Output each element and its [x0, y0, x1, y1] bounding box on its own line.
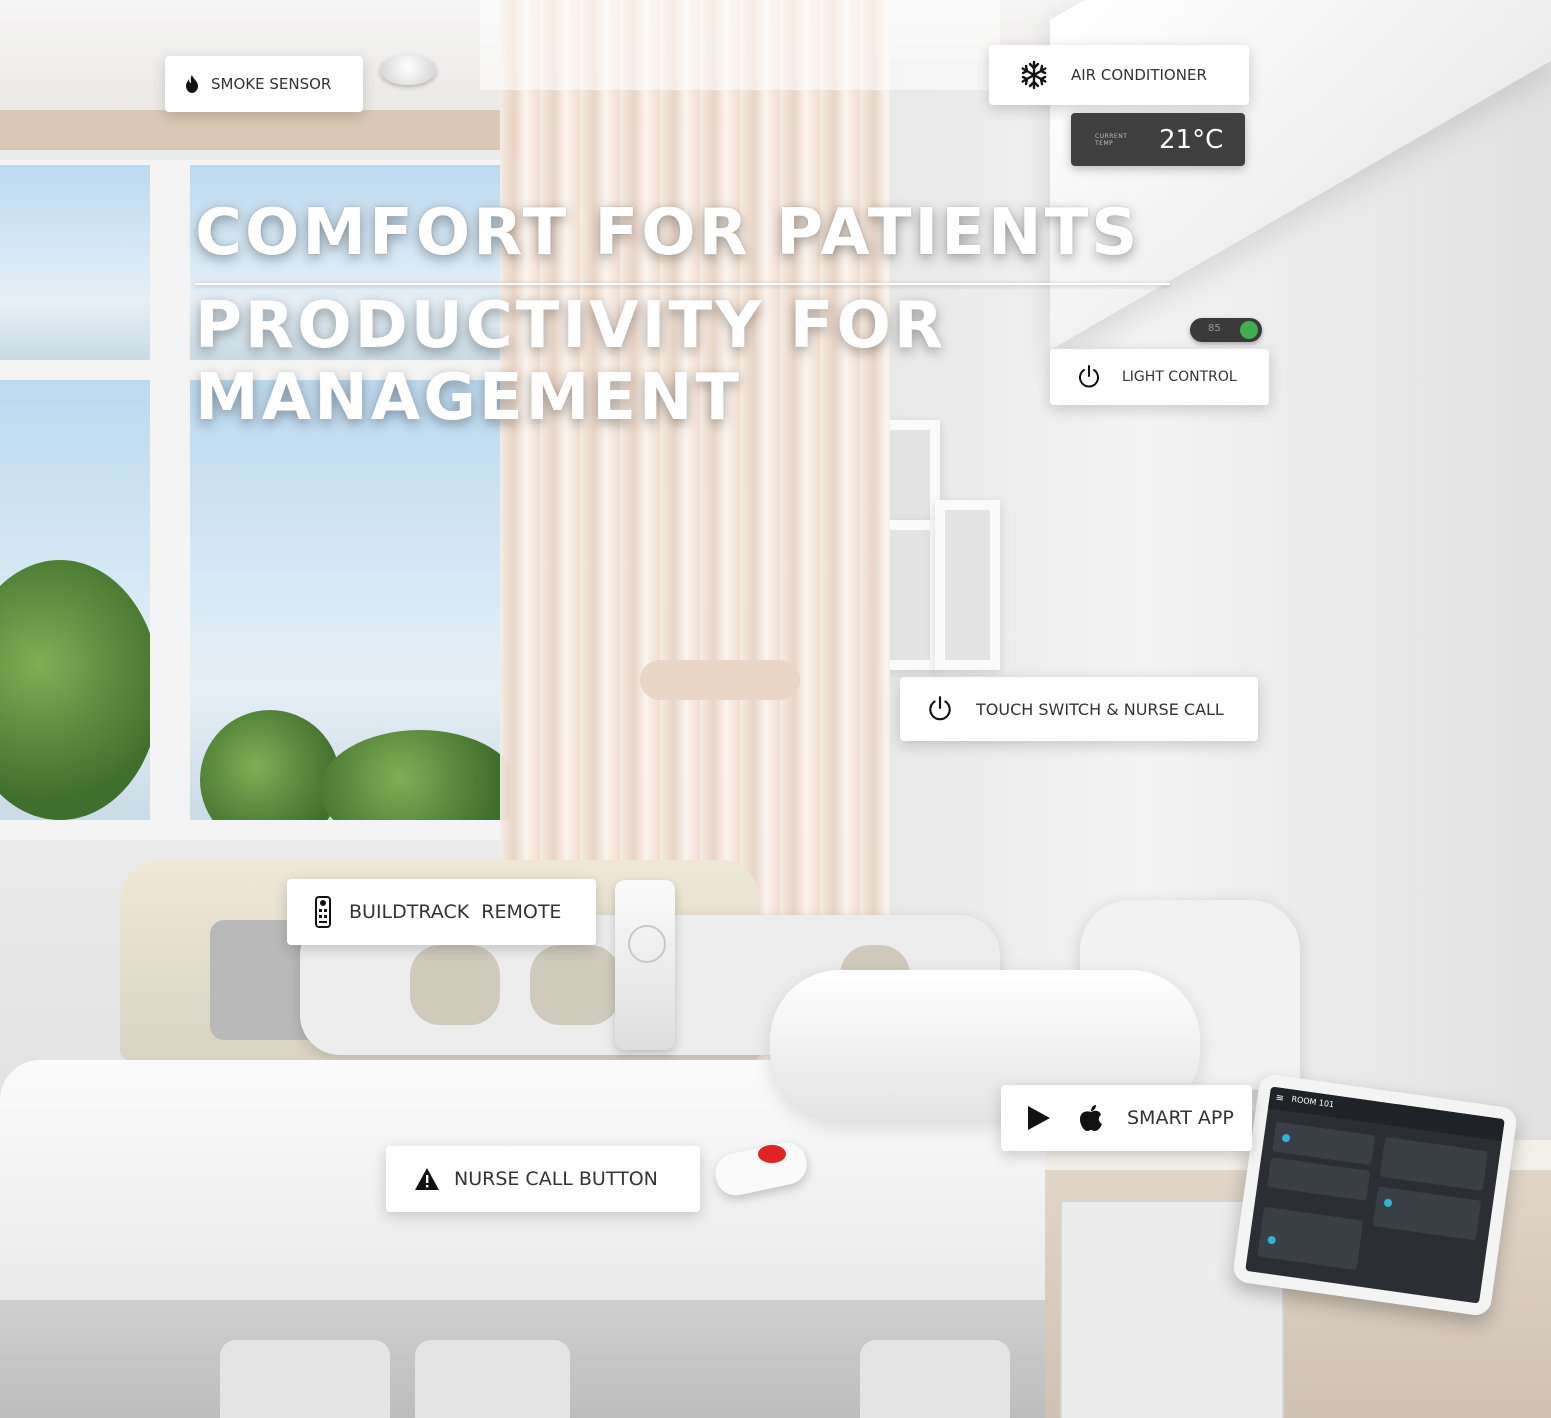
touch-switch-label: TOUCH SWITCH & NURSE CALL [900, 677, 1258, 741]
power-icon [926, 695, 954, 723]
hospital-room-scene: 85 ≡ ROOM 101 COMFORT FOR PATIENTS PRODU… [0, 0, 1551, 1418]
curtain-tie [640, 660, 800, 700]
tree [0, 560, 150, 820]
headline-comfort: COMFORT FOR PATIENTS [195, 196, 1141, 270]
rail-opening [410, 945, 500, 1025]
tablet-card [1267, 1157, 1371, 1201]
snowflake-icon [1019, 60, 1049, 90]
tablet-device: ≡ ROOM 101 [1231, 1072, 1519, 1318]
play-store-icon [1027, 1105, 1051, 1131]
power-icon [1076, 364, 1102, 390]
tablet-card [1372, 1186, 1482, 1241]
window-pane [190, 380, 510, 820]
temperature-caption: CURRENT TEMP [1095, 132, 1128, 147]
rail-opening [530, 945, 620, 1025]
remote-device [615, 880, 675, 1050]
wall-panel [935, 500, 1000, 670]
flame-icon [185, 75, 199, 93]
smart-app-label: SMART APP [1001, 1085, 1252, 1151]
tree [200, 710, 340, 820]
bed-base-slot [860, 1340, 1010, 1418]
window-pane [0, 380, 150, 820]
apple-icon [1079, 1104, 1103, 1132]
bed-base-slot [415, 1340, 570, 1418]
smoke-sensor-device [380, 55, 436, 85]
wall-trim [0, 110, 520, 150]
light-control-label: LIGHT CONTROL [1050, 349, 1269, 405]
headline-divider [195, 283, 1170, 285]
remote-dpad [628, 925, 666, 963]
tablet-card [1379, 1136, 1489, 1191]
remote-icon [315, 896, 331, 928]
nurse-call-red-button [758, 1145, 786, 1163]
curtain-sheer [480, 0, 1000, 90]
window-pane [0, 165, 150, 360]
smoke-sensor-label: SMOKE SENSOR [165, 56, 363, 112]
menu-icon: ≡ [1274, 1092, 1285, 1105]
warning-icon [414, 1167, 440, 1191]
temperature-display: CURRENT TEMP 21°C [1071, 113, 1245, 166]
nurse-call-button-text: NURSE CALL BUTTON [454, 1168, 658, 1190]
light-toggle-indicator [1240, 321, 1258, 339]
tree [320, 730, 510, 820]
smoke-sensor-text: SMOKE SENSOR [211, 75, 332, 93]
bed-base-slot [220, 1340, 390, 1418]
temperature-value: 21°C [1159, 124, 1224, 155]
smart-app-text: SMART APP [1127, 1107, 1234, 1129]
nurse-call-button-label: NURSE CALL BUTTON [386, 1146, 700, 1212]
tablet-screen: ≡ ROOM 101 [1245, 1086, 1505, 1304]
buildtrack-remote-label: BUILDTRACK REMOTE [287, 879, 596, 945]
headline-productivity: PRODUCTIVITY FOR MANAGEMENT [195, 289, 947, 435]
air-conditioner-label: AIR CONDITIONER [989, 45, 1249, 105]
light-control-text: LIGHT CONTROL [1122, 369, 1237, 385]
buildtrack-remote-text: BUILDTRACK REMOTE [349, 901, 562, 923]
touch-switch-text: TOUCH SWITCH & NURSE CALL [976, 699, 1224, 719]
light-toggle-value: 85 [1208, 323, 1221, 334]
air-conditioner-text: AIR CONDITIONER [1071, 66, 1207, 84]
